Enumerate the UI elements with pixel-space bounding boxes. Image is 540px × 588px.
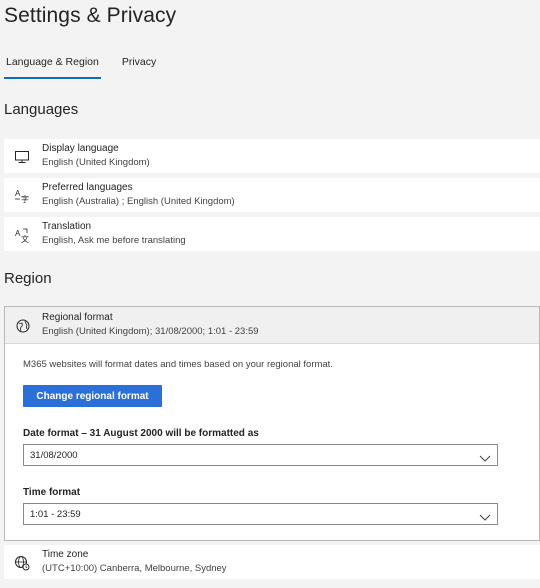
date-format-value: 31/08/2000 <box>30 450 78 461</box>
time-zone-row[interactable]: Time zone (UTC+10:00) Canberra, Melbourn… <box>4 545 540 579</box>
time-zone-label: Time zone <box>42 549 89 560</box>
tab-bar: Language & Region Privacy <box>4 51 156 79</box>
region-heading: Region <box>4 270 52 287</box>
page-title: Settings & Privacy <box>4 4 177 27</box>
translation-row[interactable]: A 文 Translation English, Ask me before t… <box>4 217 540 251</box>
time-format-value: 1:01 - 23:59 <box>30 509 81 520</box>
svg-text:字: 字 <box>21 194 29 204</box>
preferred-languages-label: Preferred languages <box>42 182 133 193</box>
languages-heading: Languages <box>4 101 79 118</box>
preferred-languages-icon: A 字 <box>14 188 30 204</box>
monitor-icon <box>14 149 30 165</box>
translation-label: Translation <box>42 221 92 232</box>
tab-language-region[interactable]: Language & Region <box>4 51 101 79</box>
settings-page: Settings & Privacy Language & Region Pri… <box>0 0 540 588</box>
chevron-down-icon <box>479 450 491 462</box>
display-language-row[interactable]: Display language English (United Kingdom… <box>4 139 540 173</box>
regional-format-value: English (United Kingdom); 31/08/2000; 1:… <box>42 326 259 337</box>
preferred-languages-row[interactable]: A 字 Preferred languages English (Austral… <box>4 178 540 212</box>
regional-format-header[interactable]: Regional format English (United Kingdom)… <box>5 307 539 344</box>
display-language-label: Display language <box>42 143 119 154</box>
preferred-languages-value: English (Australia) ; English (United Ki… <box>42 196 235 207</box>
date-format-label: Date format – 31 August 2000 will be for… <box>23 428 259 439</box>
globe-icon <box>15 318 31 334</box>
translation-value: English, Ask me before translating <box>42 235 186 246</box>
time-zone-value: (UTC+10:00) Canberra, Melbourne, Sydney <box>42 563 227 574</box>
translation-icon: A 文 <box>14 227 30 243</box>
date-format-select[interactable]: 31/08/2000 <box>23 444 498 466</box>
tab-privacy[interactable]: Privacy <box>122 51 156 77</box>
change-regional-format-button[interactable]: Change regional format <box>23 385 162 407</box>
chevron-down-icon <box>479 509 491 521</box>
time-format-select[interactable]: 1:01 - 23:59 <box>23 503 498 525</box>
regional-format-description: M365 websites will format dates and time… <box>23 359 333 370</box>
globe-clock-icon <box>14 555 30 571</box>
svg-text:文: 文 <box>21 234 29 243</box>
time-format-label: Time format <box>23 487 81 498</box>
regional-format-card: Regional format English (United Kingdom)… <box>4 306 540 541</box>
display-language-value: English (United Kingdom) <box>42 157 150 168</box>
regional-format-label: Regional format <box>42 312 113 323</box>
